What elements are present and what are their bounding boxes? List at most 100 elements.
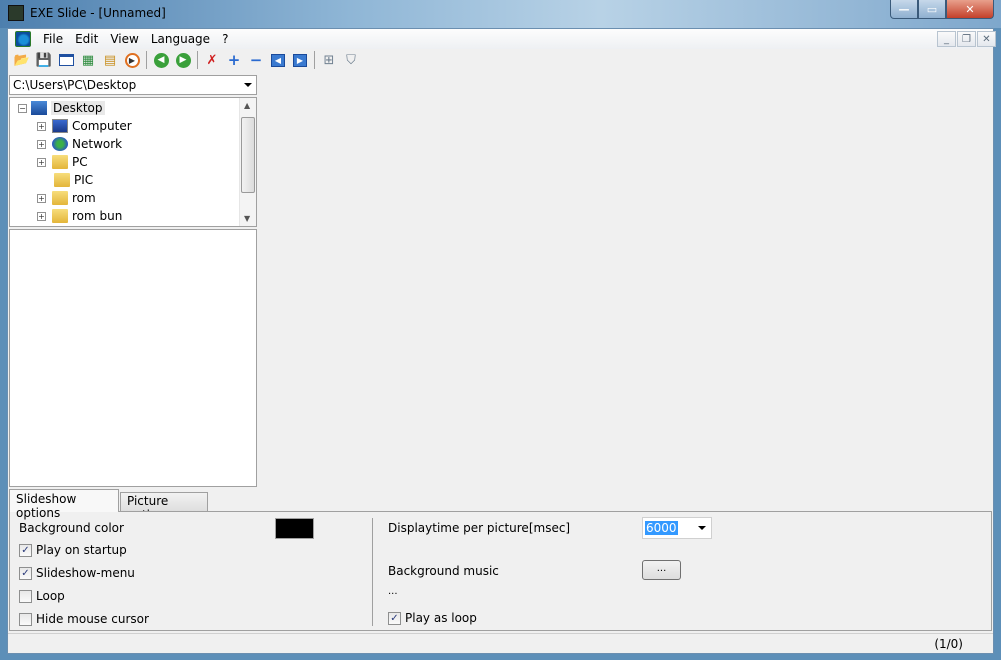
background-music-label: Background music	[388, 564, 499, 578]
prev-icon[interactable]: ◀	[150, 50, 172, 70]
tree-label: PC	[72, 155, 88, 169]
expand-icon[interactable]: +	[37, 211, 46, 221]
next-icon[interactable]: ▶	[172, 50, 194, 70]
tree-item-rom[interactable]: + rom	[37, 189, 96, 207]
move-left-icon[interactable]: ◀	[267, 50, 289, 70]
divider	[372, 518, 373, 626]
checkbox-checked[interactable]: ✓	[19, 566, 32, 580]
folder-icon	[52, 209, 68, 223]
user-folder-icon	[52, 155, 68, 169]
toolbar-separator	[314, 51, 315, 69]
picture-count: (1/0)	[934, 637, 963, 651]
menu-view[interactable]: View	[104, 32, 144, 46]
scroll-down-icon[interactable]: ▼	[244, 214, 250, 223]
tab-slideshow-options[interactable]: Slideshow options	[9, 489, 119, 520]
tree-label: Network	[72, 137, 123, 151]
menu-help[interactable]: ?	[216, 32, 234, 46]
slideshow-menu-checkbox[interactable]: ✓ Slideshow-menu	[19, 566, 135, 580]
displaytime-value: 6000	[645, 521, 678, 535]
displaytime-dropdown[interactable]: 6000	[642, 517, 712, 539]
title-bar: EXE Slide - [Unnamed] — ▭ ✕	[0, 0, 1001, 28]
menu-file[interactable]: File	[37, 32, 69, 46]
delete-icon[interactable]: ✗	[201, 50, 223, 70]
tree-label: rom	[72, 191, 96, 205]
window-icon[interactable]	[55, 50, 77, 70]
file-list[interactable]	[9, 229, 257, 487]
loop-checkbox[interactable]: Loop	[19, 589, 65, 603]
checkbox-label: Play on startup	[36, 543, 127, 557]
tree-label: Desktop	[51, 101, 105, 115]
toolbar: 📂 💾 ▦ ▤ ▶ ◀ ▶ ✗ + − ◀ ▶ ⊞ ⛉	[8, 49, 993, 71]
checkbox-unchecked[interactable]	[19, 612, 32, 626]
image-export-icon[interactable]: ▦	[77, 50, 99, 70]
slideshow-options-panel: Background color ✓ Play on startup ✓ Sli…	[9, 511, 992, 631]
expand-icon[interactable]: +	[37, 121, 46, 131]
checkbox-checked[interactable]: ✓	[19, 543, 32, 557]
background-color-swatch[interactable]	[275, 518, 314, 539]
checkbox-label: Loop	[36, 589, 65, 603]
thumbnails-icon[interactable]: ⊞	[318, 50, 340, 70]
music-file-text: ...	[388, 586, 398, 597]
checkbox-label: Play as loop	[405, 611, 477, 625]
menu-edit[interactable]: Edit	[69, 32, 104, 46]
desktop-icon	[31, 101, 47, 115]
preview-area	[260, 73, 993, 487]
path-value: C:\Users\PC\Desktop	[13, 78, 137, 92]
computer-icon	[52, 119, 68, 133]
tree-item-pc[interactable]: + PC	[37, 153, 88, 171]
tree-scrollbar[interactable]: ▲ ▼	[239, 98, 256, 226]
toolbar-separator	[197, 51, 198, 69]
mdi-minimize-button[interactable]: _	[937, 31, 956, 47]
presentation-icon[interactable]: ⛉	[340, 50, 362, 70]
add-icon[interactable]: +	[223, 50, 245, 70]
displaytime-label: Displaytime per picture[msec]	[388, 521, 571, 535]
tree-label: rom bun	[72, 209, 123, 223]
tree-label: Computer	[72, 119, 132, 133]
hide-mouse-cursor-checkbox[interactable]: Hide mouse cursor	[19, 612, 149, 626]
browse-music-button[interactable]: ...	[642, 560, 681, 580]
tree-label: PIC	[74, 173, 94, 187]
play-on-startup-checkbox[interactable]: ✓ Play on startup	[19, 543, 127, 557]
save-icon[interactable]: 💾	[33, 50, 55, 70]
open-folder-icon[interactable]: 📂	[11, 50, 33, 70]
path-dropdown[interactable]: C:\Users\PC\Desktop	[9, 75, 257, 95]
calendar-edit-icon[interactable]: ▤	[99, 50, 121, 70]
mdi-close-button[interactable]: ✕	[977, 31, 996, 47]
play-icon[interactable]: ▶	[121, 50, 143, 70]
background-color-label: Background color	[19, 521, 124, 535]
checkbox-unchecked[interactable]	[19, 589, 32, 603]
expand-icon[interactable]: +	[37, 157, 46, 167]
remove-icon[interactable]: −	[245, 50, 267, 70]
status-bar: (1/0)	[8, 633, 993, 653]
tree-item-network[interactable]: + Network	[37, 135, 122, 153]
checkbox-label: Slideshow-menu	[36, 566, 135, 580]
close-button[interactable]: ✕	[946, 0, 994, 19]
maximize-button[interactable]: ▭	[918, 0, 946, 19]
network-icon	[52, 137, 68, 151]
checkbox-label: Hide mouse cursor	[36, 612, 149, 626]
tab-picture-options[interactable]: Picture options	[120, 492, 208, 522]
expand-icon[interactable]: +	[37, 193, 46, 203]
mdi-restore-button[interactable]: ❐	[957, 31, 976, 47]
chevron-down-icon[interactable]	[244, 83, 252, 87]
chevron-down-icon[interactable]	[698, 526, 706, 530]
menu-language[interactable]: Language	[145, 32, 216, 46]
window-title: EXE Slide - [Unnamed]	[30, 6, 166, 20]
expand-icon[interactable]: +	[37, 139, 46, 149]
play-as-loop-checkbox[interactable]: ✓ Play as loop	[388, 611, 477, 625]
toolbar-separator	[146, 51, 147, 69]
tree-item-pic[interactable]: PIC	[48, 171, 93, 189]
checkbox-checked[interactable]: ✓	[388, 611, 401, 625]
scroll-thumb[interactable]	[241, 117, 255, 193]
app-icon	[8, 5, 24, 21]
scroll-up-icon[interactable]: ▲	[244, 101, 250, 110]
document-icon[interactable]	[15, 31, 31, 47]
minimize-button[interactable]: —	[890, 0, 918, 19]
move-right-icon[interactable]: ▶	[289, 50, 311, 70]
main-window: File Edit View Language ? _ ❐ ✕ 📂 💾 ▦ ▤ …	[7, 28, 996, 654]
tree-item-rom-bun[interactable]: + rom bun	[37, 207, 122, 225]
collapse-icon[interactable]: −	[18, 103, 27, 113]
tree-item-desktop[interactable]: − Desktop	[18, 99, 105, 117]
folder-tree[interactable]: − Desktop + Computer + Network + PC PIC …	[9, 97, 257, 227]
tree-item-computer[interactable]: + Computer	[37, 117, 132, 135]
